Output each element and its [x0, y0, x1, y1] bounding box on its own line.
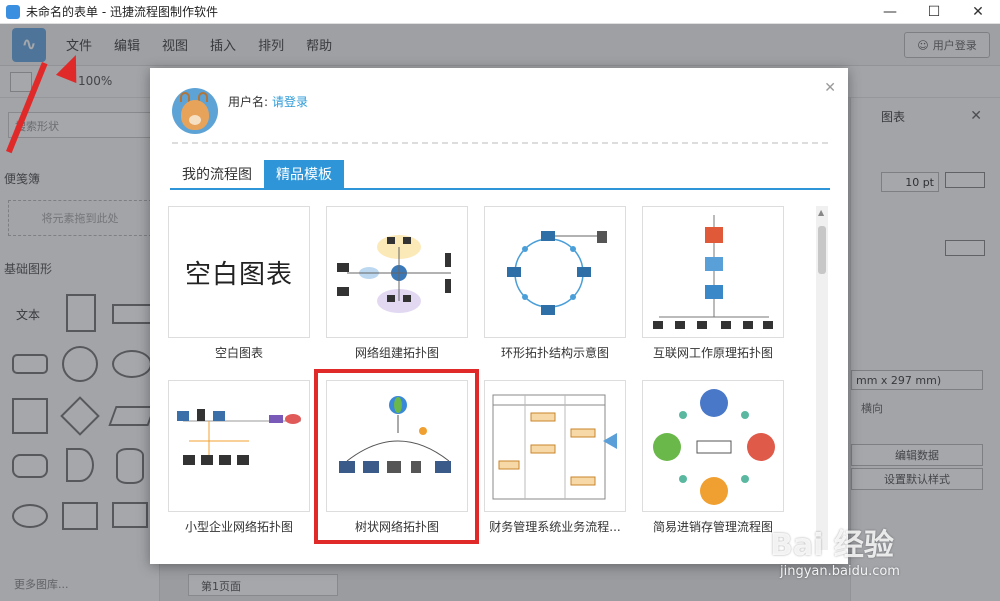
- inventory-flow-thumb: [653, 389, 775, 505]
- template-label: 互联网工作原理拓扑图: [652, 346, 773, 360]
- template-thumbnail[interactable]: [484, 380, 626, 512]
- watermark-main: Bai 经验: [770, 528, 894, 563]
- window-titlebar: 未命名的表单 - 迅捷流程图制作软件 — ☐ ✕: [0, 0, 1000, 24]
- template-dialog: ✕ 用户名: 请登录 我的流程图 精品模板 空白图表 空白图表 网络组建拓扑图 …: [150, 68, 848, 564]
- watermark-sub: jingyan.baidu.com: [780, 564, 900, 579]
- small-business-thumb: [177, 409, 301, 465]
- template-thumbnail[interactable]: [642, 380, 784, 512]
- template-card-ring[interactable]: 环形拓扑结构示意图: [484, 206, 626, 361]
- template-card-internet[interactable]: 互联网工作原理拓扑图: [642, 206, 784, 361]
- template-thumbnail[interactable]: 空白图表: [168, 206, 310, 338]
- user-info: 用户名: 请登录: [228, 93, 308, 110]
- maximize-button[interactable]: ☐: [912, 0, 956, 24]
- template-thumbnail[interactable]: [642, 206, 784, 338]
- template-card-inventory[interactable]: 简易进销存管理流程图: [642, 380, 784, 535]
- blank-chart-thumb-text: 空白图表: [184, 259, 293, 290]
- network-topology-thumb: [337, 235, 451, 313]
- template-card-blank[interactable]: 空白图表 空白图表: [168, 206, 310, 361]
- highlight-box: [314, 369, 479, 544]
- deer-avatar-icon: [181, 100, 209, 130]
- template-card-finance[interactable]: 财务管理系统业务流程...: [484, 380, 626, 535]
- login-link[interactable]: 请登录: [272, 95, 308, 109]
- template-label: 环形拓扑结构示意图: [500, 346, 609, 360]
- tab-premium-templates[interactable]: 精品模板: [264, 160, 344, 188]
- template-card-network[interactable]: 网络组建拓扑图: [326, 206, 468, 361]
- tab-my-flowcharts[interactable]: 我的流程图: [170, 160, 264, 188]
- scroll-thumb[interactable]: [818, 226, 826, 274]
- template-label: 简易进销存管理流程图: [652, 520, 773, 534]
- avatar[interactable]: [172, 88, 218, 134]
- template-thumbnail[interactable]: [484, 206, 626, 338]
- watermark: Bai 经验 jingyan.baidu.com: [770, 520, 990, 590]
- template-label: 网络组建拓扑图: [354, 346, 439, 360]
- ring-topology-thumb: [507, 231, 607, 315]
- template-thumbnail[interactable]: [326, 206, 468, 338]
- template-tabs: 我的流程图 精品模板: [170, 160, 830, 190]
- close-icon[interactable]: ✕: [824, 80, 836, 96]
- template-grid: 空白图表 空白图表 网络组建拓扑图 环形拓扑结构示意图 互联网工作原理拓扑图 小…: [168, 206, 808, 556]
- user-name-label: 用户名:: [228, 95, 269, 109]
- finance-flow-thumb: [492, 394, 617, 500]
- template-scrollbar[interactable]: ▲: [816, 206, 828, 550]
- template-label: 小型企业网络拓扑图: [184, 520, 293, 534]
- window-title: 未命名的表单 - 迅捷流程图制作软件: [26, 5, 218, 19]
- close-window-button[interactable]: ✕: [956, 0, 1000, 24]
- internet-topology-thumb: [653, 215, 773, 329]
- template-label: 财务管理系统业务流程...: [489, 520, 621, 534]
- app-logo-icon: [6, 4, 20, 19]
- minimize-button[interactable]: —: [868, 0, 912, 24]
- template-label: 空白图表: [214, 346, 263, 360]
- template-thumbnail[interactable]: [168, 380, 310, 512]
- divider: [172, 142, 828, 144]
- template-card-small-business[interactable]: 小型企业网络拓扑图: [168, 380, 310, 535]
- scroll-up-icon[interactable]: ▲: [818, 208, 824, 217]
